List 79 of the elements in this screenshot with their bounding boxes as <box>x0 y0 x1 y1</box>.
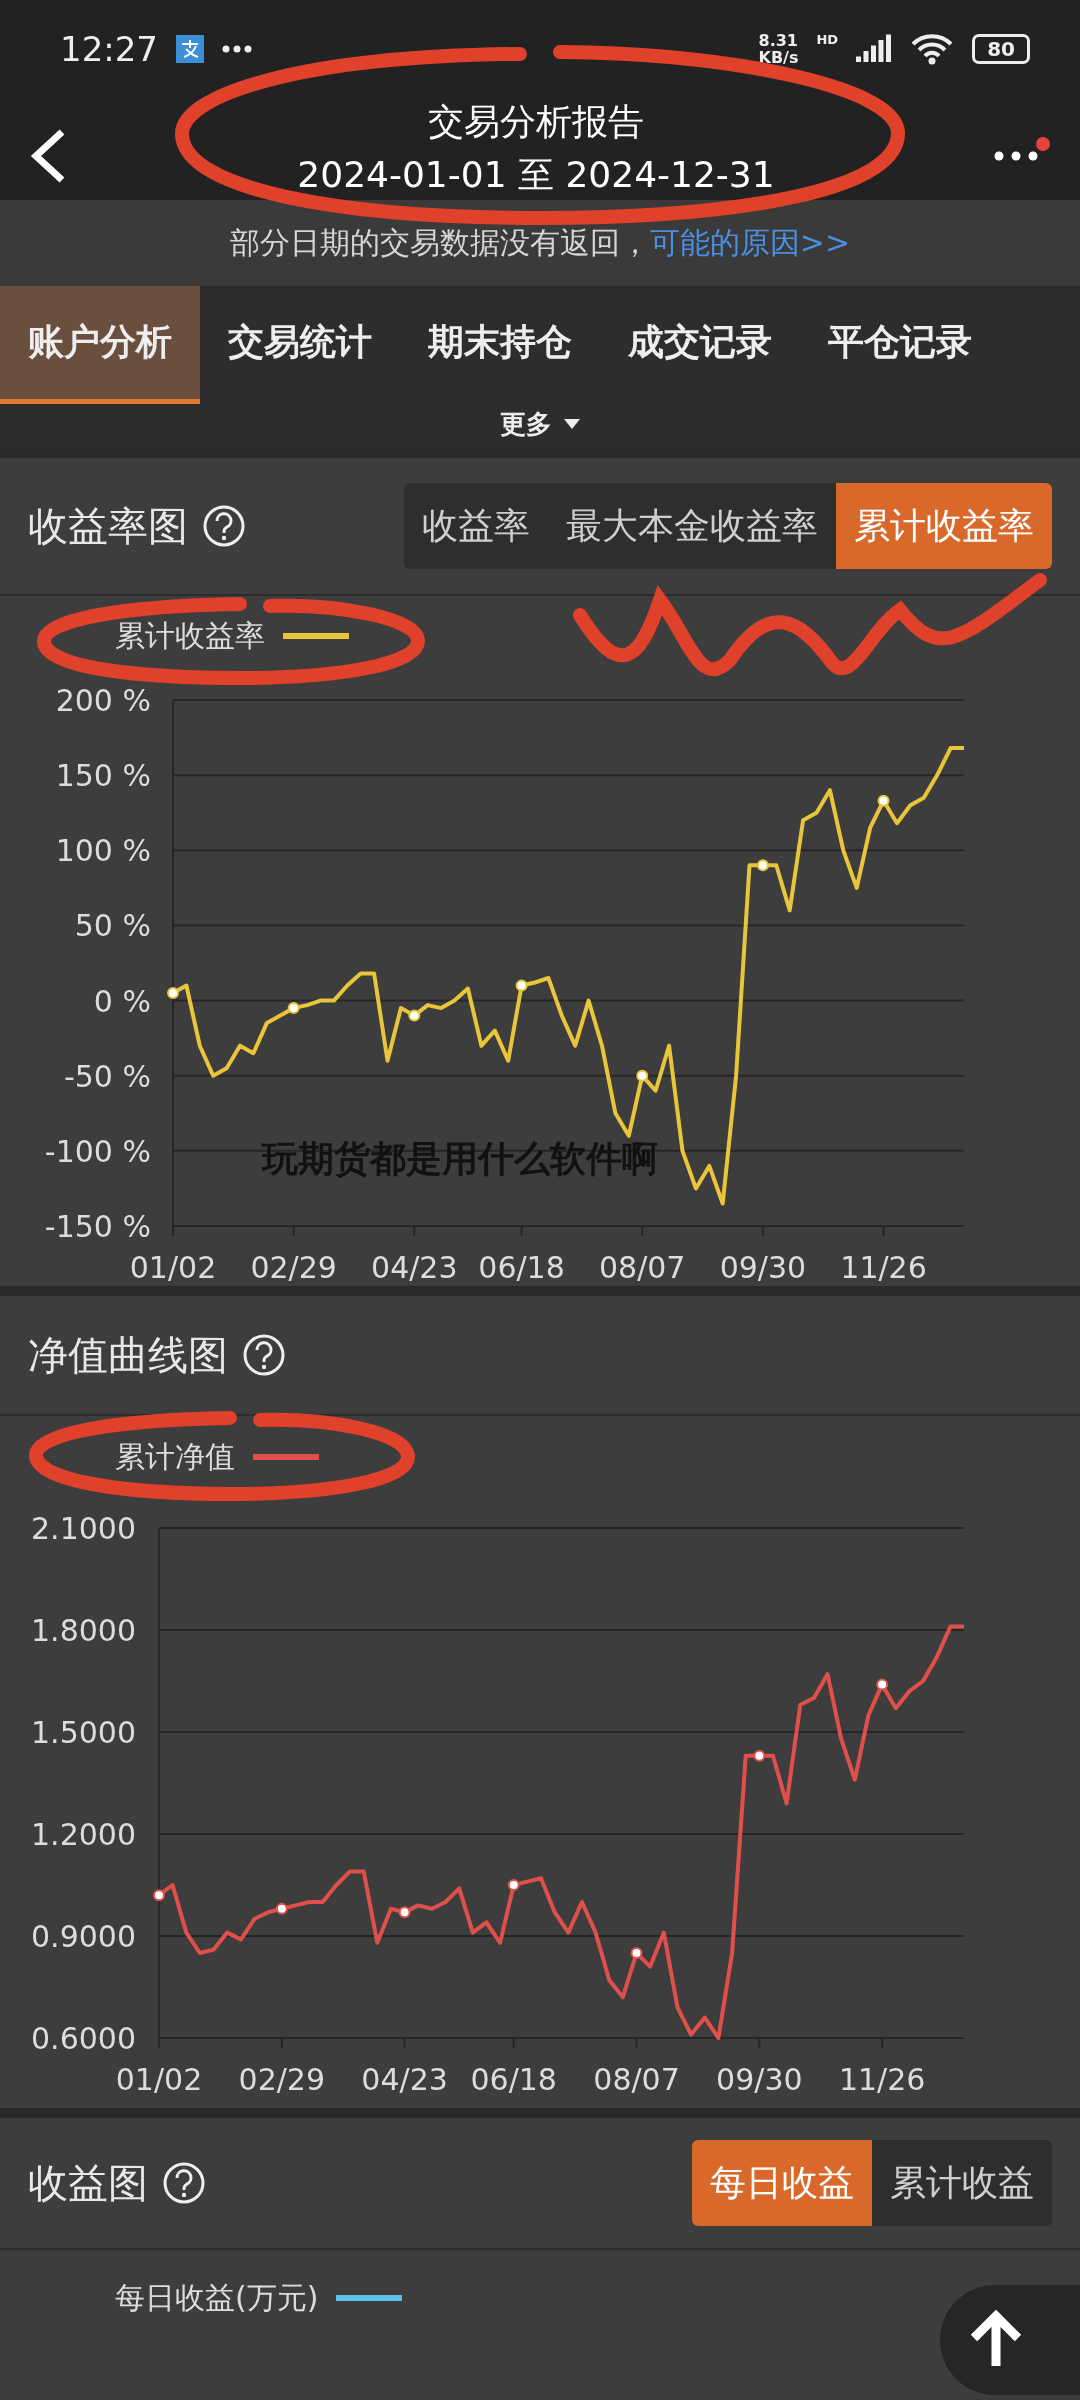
help-icon[interactable] <box>162 2161 206 2205</box>
caret-icon <box>564 419 580 429</box>
axis-label: 0 % <box>93 983 151 1019</box>
data-point <box>398 1906 411 1919</box>
axis-label: 200 % <box>55 683 151 718</box>
tab[interactable]: 交易统计 <box>200 286 400 404</box>
axis-label: -100 % <box>44 1133 151 1169</box>
axis-label: 02/29 <box>250 1250 337 1285</box>
more-icon <box>994 151 1038 161</box>
legend-label: 累计净值 <box>115 1437 235 1476</box>
data-point <box>876 1678 889 1691</box>
axis-label: 08/07 <box>593 2062 680 2097</box>
segment-button[interactable]: 累计收益率 <box>836 483 1052 569</box>
axis-label: 0.6000 <box>31 2021 136 2056</box>
signal-icon <box>856 34 893 64</box>
axis-label: 04/23 <box>361 2062 448 2097</box>
notice-text: 部分日期的交易数据没有返回， <box>229 223 650 262</box>
segment-button[interactable]: 收益率 <box>404 483 548 569</box>
axis-label: -150 % <box>44 1209 151 1244</box>
axis-label: -50 % <box>63 1058 151 1094</box>
data-point <box>630 1947 643 1959</box>
data-point <box>275 1902 288 1915</box>
section-title: 净值曲线图 <box>28 1330 228 1380</box>
tab[interactable]: 账户分析 <box>0 286 200 404</box>
legend-label: 每日收益(万元) <box>115 2278 319 2317</box>
hd-label: HD <box>816 32 839 47</box>
battery-indicator: 80 <box>972 34 1030 64</box>
axis-label: 06/18 <box>478 1250 565 1285</box>
axis-label: 1.8000 <box>31 1613 136 1648</box>
net-speed: 8.31 <box>758 32 799 49</box>
more-dropdown[interactable]: 更多 <box>500 404 580 444</box>
axis-label: 02/29 <box>238 2062 326 2097</box>
scroll-top-button[interactable] <box>940 2285 1080 2395</box>
axis-label: 0.9000 <box>31 1919 136 1954</box>
data-point <box>507 1879 520 1891</box>
data-point <box>153 1889 165 1902</box>
tab[interactable]: 期末持仓 <box>400 286 600 404</box>
axis-label: 50 % <box>74 908 151 944</box>
axis-label: 11/26 <box>838 2062 926 2097</box>
data-point <box>287 1002 300 1015</box>
axis-label: 11/26 <box>840 1250 927 1285</box>
data-point <box>408 1009 421 1022</box>
back-icon <box>30 128 66 184</box>
data-point <box>753 1749 766 1762</box>
status-time: 12:27 <box>60 29 158 69</box>
tab[interactable]: 成交记录 <box>600 286 800 404</box>
section-title: 收益图 <box>28 2158 148 2208</box>
data-point <box>167 987 179 1000</box>
date-range: 2024-01-01 至 2024-12-31 <box>297 153 775 197</box>
page-title: 交易分析报告 <box>428 100 644 144</box>
section-title: 收益率图 <box>28 501 188 551</box>
help-icon[interactable] <box>202 504 246 548</box>
axis-label: 1.5000 <box>31 1715 136 1750</box>
data-point <box>515 979 528 992</box>
tab[interactable]: 平仓记录 <box>800 286 1000 404</box>
axis-label: 09/30 <box>719 1250 807 1285</box>
more-button[interactable] <box>994 137 1050 161</box>
axis-label: 06/18 <box>470 2062 557 2097</box>
axis-label: 08/07 <box>599 1250 686 1285</box>
segment-button[interactable]: 最大本金收益率 <box>548 483 836 569</box>
axis-label: 01/02 <box>115 2062 203 2097</box>
axis-label: 100 % <box>55 833 151 869</box>
data-point <box>636 1069 649 1082</box>
axis-label: 2.1000 <box>31 1511 136 1546</box>
wifi-icon <box>910 33 955 65</box>
legend-label: 累计收益率 <box>115 616 265 655</box>
axis-label: 01/02 <box>129 1250 217 1285</box>
axis-label: 04/23 <box>371 1250 458 1285</box>
segment-button[interactable]: 每日收益 <box>692 2140 872 2226</box>
help-icon[interactable] <box>242 1333 286 1377</box>
axis-label: 1.2000 <box>31 1817 136 1852</box>
data-point <box>877 794 890 807</box>
net-unit: KB/s <box>758 49 799 66</box>
data-point <box>756 859 769 872</box>
axis-label: 09/30 <box>716 2062 803 2097</box>
segment-button[interactable]: 累计收益 <box>872 2140 1052 2226</box>
axis-label: 150 % <box>55 758 151 794</box>
more-dots-icon <box>222 45 252 53</box>
app-icon <box>176 35 204 63</box>
